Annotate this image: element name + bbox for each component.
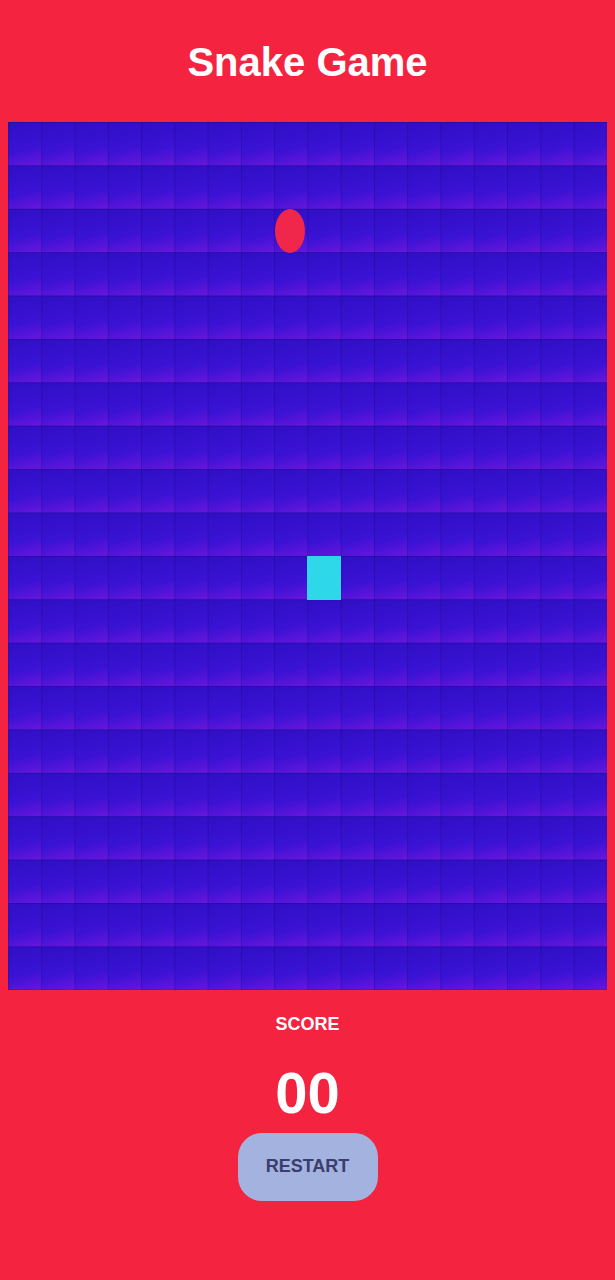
food bbox=[275, 209, 305, 253]
header: Snake Game bbox=[0, 0, 615, 122]
score-panel: SCORE 00 RESTART bbox=[0, 990, 615, 1280]
title: Snake Game bbox=[187, 38, 427, 85]
snake-game-page: Snake Game SCORE 00 RESTART bbox=[0, 0, 615, 1280]
board-wrap bbox=[0, 122, 615, 990]
game-board[interactable] bbox=[8, 122, 607, 990]
score-label: SCORE bbox=[275, 1014, 339, 1035]
snake-segment bbox=[307, 556, 341, 600]
score-value: 00 bbox=[275, 1061, 340, 1125]
restart-button[interactable]: RESTART bbox=[238, 1133, 378, 1201]
